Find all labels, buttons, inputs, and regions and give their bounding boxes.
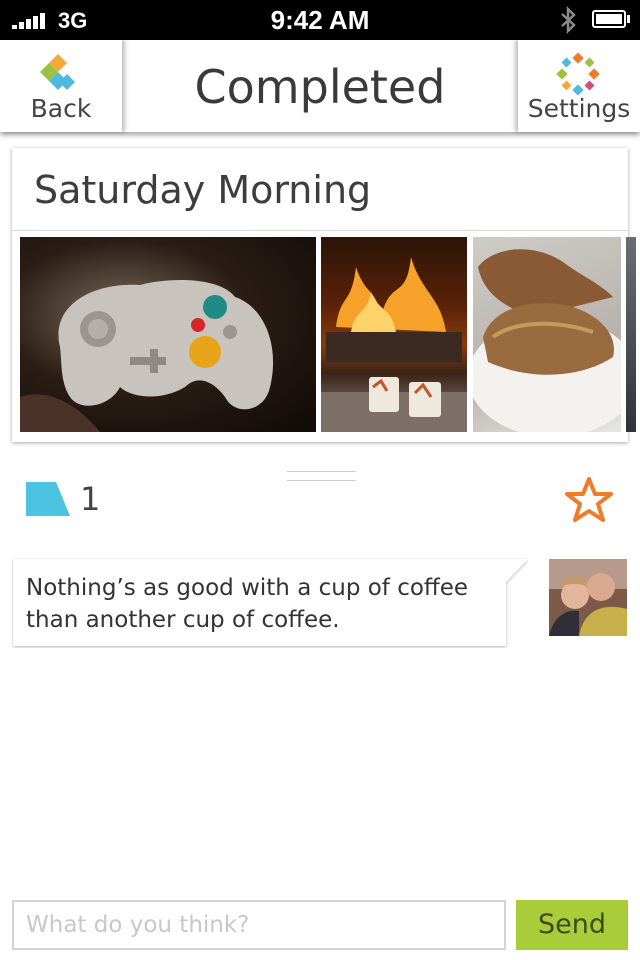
back-button[interactable]: Back (0, 40, 122, 132)
album-card[interactable]: Saturday Morning (12, 148, 636, 442)
album-title: Saturday Morning (34, 168, 372, 212)
photo-partial[interactable] (626, 237, 636, 432)
comment-text: Nothing’s as good with a cup of coffee t… (26, 575, 469, 633)
bluetooth-icon (561, 6, 576, 34)
send-button[interactable]: Send (516, 900, 628, 950)
sandwich-illustration (473, 249, 621, 432)
page-title: Completed (194, 60, 446, 114)
comment-input[interactable] (12, 900, 506, 950)
controller-illustration (20, 280, 274, 432)
status-bar: 3G 9:42 AM (0, 0, 640, 40)
pull-handle-line-top[interactable] (287, 471, 356, 472)
photo-fireplace[interactable] (321, 237, 467, 432)
back-diamond-icon (40, 54, 75, 90)
nav-bar: Back Completed Settings (0, 40, 640, 132)
status-time: 9:42 AM (270, 5, 370, 35)
card-divider (12, 230, 628, 231)
photo-grilled-cheese[interactable] (473, 237, 621, 432)
fireplace-illustration (321, 257, 467, 432)
star-icon[interactable] (564, 476, 614, 524)
commenter-avatar[interactable] (549, 559, 627, 636)
battery-tip (627, 15, 630, 23)
settings-label: Settings (527, 94, 631, 123)
avatar-photo (549, 559, 627, 636)
settings-button[interactable]: Settings (518, 40, 640, 132)
back-label: Back (30, 94, 92, 123)
pull-handle-line-bottom[interactable] (287, 480, 356, 481)
photo-game-controller[interactable] (20, 237, 316, 432)
comment-count: 1 (80, 480, 101, 518)
settings-gear-icon (556, 52, 600, 96)
comment-icon[interactable] (26, 482, 70, 516)
battery-icon (592, 10, 626, 28)
